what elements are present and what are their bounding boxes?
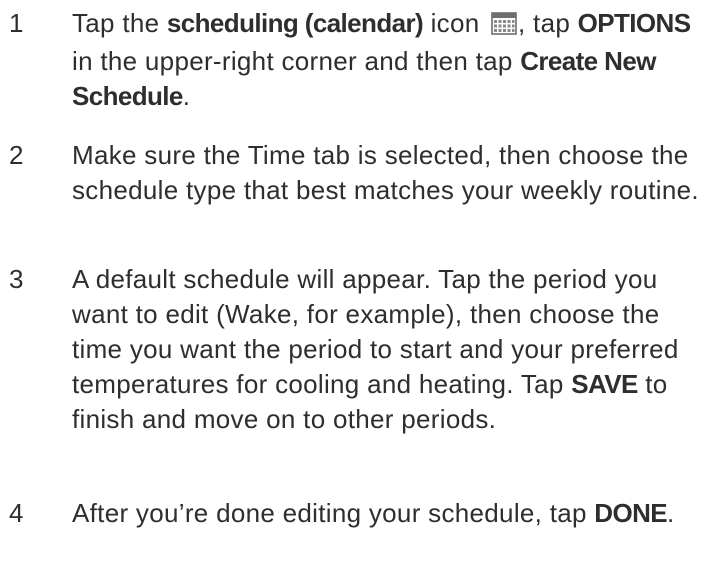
step-number: 4 bbox=[9, 498, 24, 528]
step-text: Tap the scheduling (calendar) icon , tap… bbox=[72, 8, 691, 111]
step-number: 3 bbox=[9, 264, 24, 294]
instruction-steps: 1 Tap the scheduling (calendar) icon , t… bbox=[0, 0, 719, 569]
step-text: Make sure the Time tab is selected, then… bbox=[72, 140, 699, 205]
step-text: A default schedule will appear. Tap the … bbox=[72, 264, 679, 434]
step-text: After you’re done editing your schedule,… bbox=[72, 498, 675, 528]
calendar-icon bbox=[491, 9, 517, 44]
step-number: 2 bbox=[9, 140, 24, 170]
step-number: 1 bbox=[9, 8, 24, 38]
